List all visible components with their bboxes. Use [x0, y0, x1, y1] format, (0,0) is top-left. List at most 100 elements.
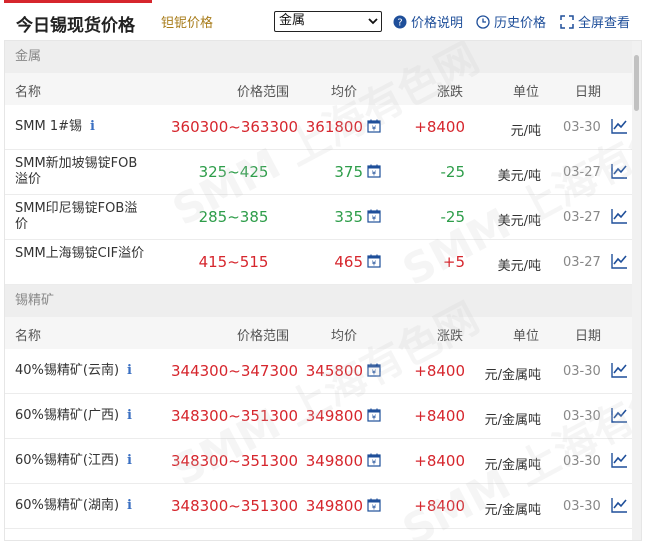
- column-header-change: 涨跌: [437, 85, 464, 100]
- price-range: 348300~351300: [171, 497, 299, 515]
- page-title: 今日锡现货价格: [16, 16, 135, 36]
- calendar-icon[interactable]: ¥: [367, 498, 381, 516]
- price-date: 03-27: [563, 165, 601, 180]
- average-price: 375: [334, 163, 363, 181]
- price-change: +8400: [414, 452, 465, 470]
- tab-tantalum-niobium[interactable]: 钽铌价格: [161, 12, 213, 31]
- trend-chart-icon[interactable]: [611, 163, 628, 183]
- calendar-icon[interactable]: ¥: [367, 119, 381, 137]
- svg-text:¥: ¥: [372, 414, 377, 422]
- price-range: 285~385: [198, 208, 269, 226]
- calendar-icon[interactable]: ¥: [367, 453, 381, 471]
- price-unit: 元/金属吨: [484, 368, 541, 383]
- trend-chart-icon[interactable]: [611, 208, 628, 228]
- column-header-avg: 均价: [331, 85, 358, 100]
- trend-chart-icon[interactable]: [611, 118, 628, 138]
- svg-text:?: ?: [397, 17, 402, 28]
- price-date: 03-30: [563, 454, 601, 469]
- history-price-link[interactable]: 历史价格: [476, 12, 546, 31]
- column-header-avg: 均价: [331, 329, 358, 344]
- average-price: 349800: [305, 452, 363, 470]
- column-header-row: 名称 价格范围 均价 涨跌 单位 日期: [5, 317, 634, 349]
- svg-text:¥: ¥: [372, 215, 377, 223]
- table-row[interactable]: 60%锡精矿(湖南) i 348300~351300 349800 ¥ +8400 元/金属…: [5, 484, 634, 529]
- column-header-change: 涨跌: [437, 329, 464, 344]
- trend-chart-icon[interactable]: [611, 362, 628, 382]
- price-change: -25: [440, 208, 466, 226]
- fullscreen-link[interactable]: 全屏查看: [560, 12, 630, 31]
- price-date: 03-27: [563, 255, 601, 270]
- column-header-name: 名称: [15, 329, 42, 344]
- price-help-link[interactable]: ? 价格说明: [393, 12, 463, 31]
- price-date: 03-30: [563, 499, 601, 514]
- trend-chart-icon[interactable]: [611, 253, 628, 273]
- trend-chart-icon[interactable]: [611, 452, 628, 472]
- average-price: 349800: [305, 497, 363, 515]
- price-unit: 美元/吨: [497, 214, 541, 229]
- price-date: 03-30: [563, 409, 601, 424]
- section-header: 锡精矿: [5, 285, 634, 317]
- clock-icon: [476, 14, 490, 29]
- average-price: 335: [334, 208, 363, 226]
- column-header-range: 价格范围: [237, 85, 290, 100]
- product-name: 60%锡精矿(江西) i: [15, 453, 132, 469]
- price-unit: 美元/吨: [497, 259, 541, 274]
- table-row[interactable]: SMM 1#锡 i 360300~363300 361800 ¥ +8400 元/吨 03-3…: [5, 105, 634, 150]
- category-select[interactable]: 金属: [274, 11, 382, 32]
- svg-text:¥: ¥: [372, 504, 377, 512]
- price-change: -25: [440, 163, 466, 181]
- column-header-date: 日期: [575, 329, 602, 344]
- info-icon[interactable]: i: [90, 119, 95, 135]
- header: 今日锡现货价格 钽铌价格 金属 ? 价格说明 历史价格 全屏查看: [0, 0, 647, 40]
- table-row[interactable]: SMM新加坡锡锭FOB溢价 325~425 375 ¥ -25 美元/吨 03-27: [5, 150, 634, 195]
- info-icon[interactable]: i: [127, 408, 132, 424]
- column-header-row: 名称 价格范围 均价 涨跌 单位 日期: [5, 73, 634, 105]
- table-row[interactable]: 60%锡精矿(江西) i 348300~351300 349800 ¥ +8400 元/金属…: [5, 439, 634, 484]
- price-change: +8400: [414, 362, 465, 380]
- svg-text:¥: ¥: [372, 369, 377, 377]
- column-header-name: 名称: [15, 85, 42, 100]
- tab-tin-spot-price[interactable]: 今日锡现货价格: [4, 0, 152, 38]
- price-unit: 元/金属吨: [484, 503, 541, 518]
- calendar-icon[interactable]: ¥: [367, 408, 381, 426]
- category-select-value: 金属: [279, 13, 306, 28]
- question-icon: ?: [393, 15, 407, 28]
- calendar-icon[interactable]: ¥: [367, 164, 381, 182]
- calendar-icon[interactable]: ¥: [367, 209, 381, 227]
- svg-text:¥: ¥: [372, 459, 377, 467]
- svg-text:¥: ¥: [372, 260, 377, 268]
- average-price: 465: [334, 253, 363, 271]
- price-range: 344300~347300: [171, 362, 299, 380]
- average-price: 361800: [305, 118, 363, 136]
- price-unit: 元/吨: [510, 124, 541, 139]
- trend-chart-icon[interactable]: [611, 407, 628, 427]
- svg-text:¥: ¥: [372, 125, 377, 133]
- price-unit: 元/金属吨: [484, 458, 541, 473]
- price-date: 03-27: [563, 210, 601, 225]
- price-range: 360300~363300: [171, 118, 299, 136]
- calendar-icon[interactable]: ¥: [367, 254, 381, 272]
- trend-chart-icon[interactable]: [611, 497, 628, 517]
- calendar-icon[interactable]: ¥: [367, 363, 381, 381]
- price-unit: 元/金属吨: [484, 413, 541, 428]
- table-row[interactable]: 40%锡精矿(云南) i 344300~347300 345800 ¥ +8400 元/金属…: [5, 349, 634, 394]
- scrollbar-thumb[interactable]: [634, 55, 639, 111]
- price-change: +5: [442, 253, 465, 271]
- info-icon[interactable]: i: [127, 453, 132, 469]
- average-price: 345800: [305, 362, 363, 380]
- product-name: SMM 1#锡 i: [15, 119, 95, 135]
- table-row[interactable]: SMM上海锡锭CIF溢价 415~515 465 ¥ +5 美元/吨 03-27: [5, 240, 634, 285]
- table-row[interactable]: 60%锡精矿(广西) i 348300~351300 349800 ¥ +8400 元/金属…: [5, 394, 634, 439]
- price-range: 348300~351300: [171, 452, 299, 470]
- product-name: SMM上海锡锭CIF溢价: [15, 246, 145, 261]
- price-date: 03-30: [563, 120, 601, 135]
- scrollbar[interactable]: [632, 41, 641, 540]
- average-price: 349800: [305, 407, 363, 425]
- table-row[interactable]: SMM印尼锡锭FOB溢价 285~385 335 ¥ -25 美元/吨 03-27: [5, 195, 634, 240]
- info-icon[interactable]: i: [127, 363, 132, 379]
- price-range: 415~515: [198, 253, 269, 271]
- price-date: 03-30: [563, 364, 601, 379]
- column-header-unit: 单位: [513, 329, 540, 344]
- svg-text:¥: ¥: [372, 170, 377, 178]
- info-icon[interactable]: i: [127, 498, 132, 514]
